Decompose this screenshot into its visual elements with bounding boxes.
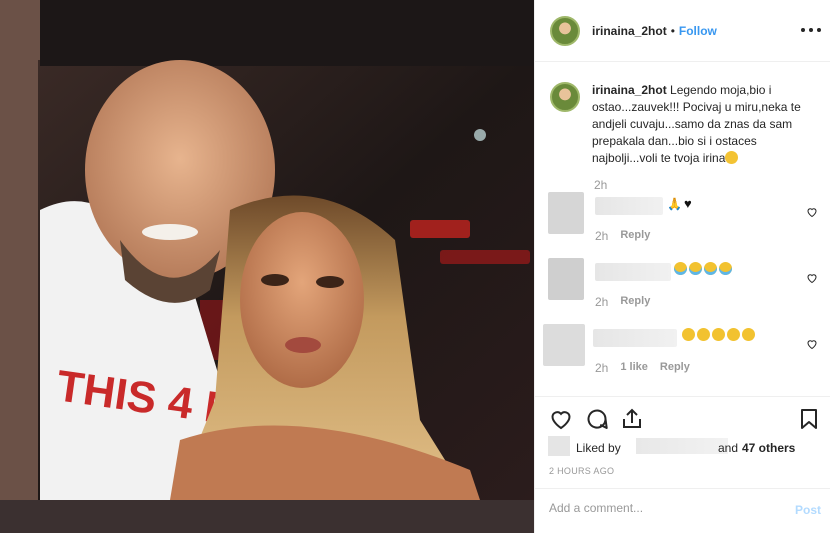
sad-face-emoji-icon	[742, 328, 755, 341]
follow-button[interactable]: Follow	[679, 24, 717, 38]
commenter-username-redacted[interactable]	[595, 197, 663, 215]
reply-button[interactable]: Reply	[620, 295, 650, 309]
post-comment-button[interactable]: Post	[795, 503, 821, 517]
crying-face-emoji-icon	[689, 262, 702, 275]
photo-illustration: THIS 4 MY	[0, 0, 534, 533]
crying-face-emoji-icon	[674, 262, 687, 275]
comment-item: 🙏 ♥ 2h Reply	[548, 192, 828, 243]
heart-icon[interactable]	[549, 407, 573, 431]
sad-face-emoji-icon	[727, 328, 740, 341]
author-username[interactable]: irinaina_2hot	[592, 24, 667, 38]
commenter-avatar[interactable]	[543, 324, 585, 366]
likes-summary: Liked by and 47 others	[548, 436, 828, 458]
sad-face-emoji-icon	[712, 328, 725, 341]
reply-button[interactable]: Reply	[660, 361, 690, 375]
post-sidebar: irinaina_2hot • Follow irinaina_2hot Leg…	[534, 0, 830, 533]
caption-time[interactable]: 2h	[594, 178, 607, 192]
share-icon[interactable]	[620, 407, 644, 431]
comment-icon[interactable]	[585, 407, 609, 431]
caption: irinaina_2hot Legendo moja,bio i ostao..…	[550, 82, 820, 167]
commenter-avatar[interactable]	[548, 192, 584, 234]
commenter-username-redacted[interactable]	[593, 329, 677, 347]
comment-time[interactable]: 2h	[595, 295, 608, 309]
comment-like-count[interactable]: 1 like	[620, 361, 648, 375]
bookmark-icon[interactable]	[797, 407, 821, 431]
crying-face-emoji-icon	[704, 262, 717, 275]
post-header: irinaina_2hot • Follow	[535, 0, 830, 62]
more-icon[interactable]	[801, 22, 821, 38]
liker-avatar[interactable]	[548, 436, 570, 456]
comment-time[interactable]: 2h	[595, 229, 608, 243]
commenter-username-redacted[interactable]	[595, 263, 671, 281]
sad-face-emoji-icon	[682, 328, 695, 341]
comment-time[interactable]: 2h	[595, 361, 608, 375]
commenter-avatar[interactable]	[548, 258, 584, 300]
instagram-post: THIS 4 MY irinaina_2hot • Follow irinain…	[0, 0, 830, 533]
comment-item: 2h Reply	[548, 258, 828, 309]
liker-username-redacted[interactable]	[636, 438, 728, 454]
comment-input[interactable]	[549, 501, 769, 515]
comment-item: 2h 1 like Reply	[543, 324, 828, 375]
black-heart-emoji-icon: ♥	[683, 196, 692, 211]
reply-button[interactable]: Reply	[620, 229, 650, 243]
header-separator: •	[670, 23, 675, 38]
likes-and: and	[718, 441, 739, 455]
add-comment-bar: Post	[535, 488, 830, 533]
post-timestamp[interactable]: 2 HOURS AGO	[549, 466, 614, 476]
like-comment-heart-icon[interactable]	[806, 338, 818, 350]
liked-by-label: Liked by	[576, 441, 621, 455]
caption-avatar[interactable]	[550, 82, 580, 112]
post-photo[interactable]: THIS 4 MY	[0, 0, 534, 533]
caption-username[interactable]: irinaina_2hot	[592, 83, 667, 97]
author-avatar[interactable]	[550, 15, 580, 46]
like-comment-heart-icon[interactable]	[806, 272, 818, 284]
sad-face-emoji-icon	[697, 328, 710, 341]
likes-others-link[interactable]: 47 others	[742, 441, 795, 455]
like-comment-heart-icon[interactable]	[806, 206, 818, 218]
folded-hands-emoji-icon: 🙏	[667, 196, 682, 211]
crying-face-emoji-icon	[719, 262, 732, 275]
sad-face-emoji-icon	[725, 151, 739, 164]
